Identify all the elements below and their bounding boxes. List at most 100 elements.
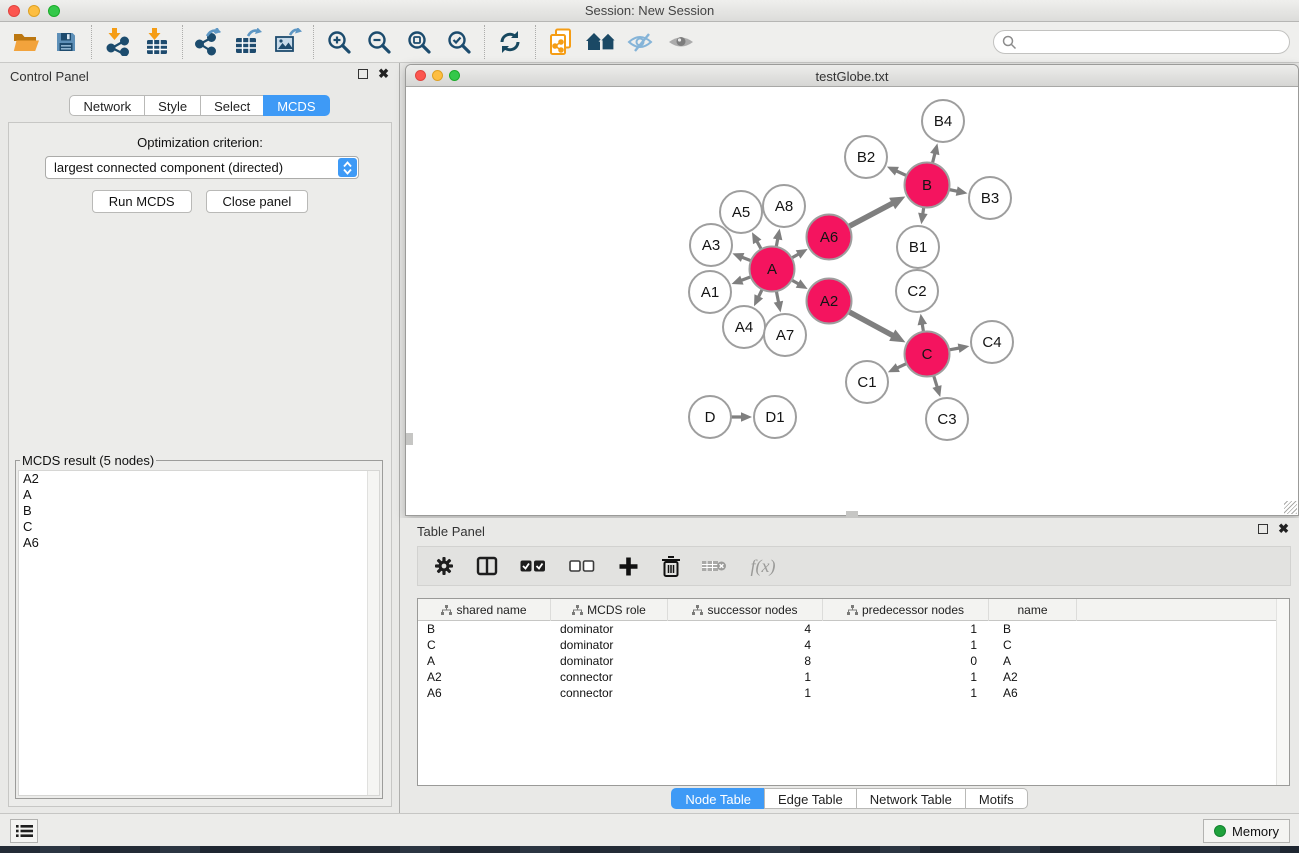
- run-mcds-button[interactable]: Run MCDS: [92, 190, 192, 213]
- add-column-button[interactable]: [614, 552, 642, 580]
- float-panel-icon[interactable]: [358, 69, 368, 79]
- edge-A-A5[interactable]: [752, 232, 761, 248]
- node-B4[interactable]: B4: [922, 100, 964, 142]
- node-D1[interactable]: D1: [754, 396, 796, 438]
- vertical-scroll-thumb[interactable]: [406, 433, 413, 445]
- zoom-selected-button[interactable]: [439, 25, 479, 59]
- node-B2[interactable]: B2: [845, 136, 887, 178]
- node-A7[interactable]: A7: [764, 314, 806, 356]
- table-row[interactable]: Cdominator41C: [418, 637, 1276, 653]
- node-A3[interactable]: A3: [690, 224, 732, 266]
- zoom-out-button[interactable]: [359, 25, 399, 59]
- tab-select[interactable]: Select: [200, 95, 264, 116]
- tab-network-table[interactable]: Network Table: [856, 788, 966, 809]
- node-A5[interactable]: A5: [720, 191, 762, 233]
- export-image-button[interactable]: [268, 25, 308, 59]
- delete-columns-button[interactable]: [657, 552, 685, 580]
- close-panel-icon[interactable]: ✖: [1278, 524, 1289, 534]
- tab-style[interactable]: Style: [144, 95, 201, 116]
- save-session-button[interactable]: [46, 25, 86, 59]
- column-header-shared-name[interactable]: shared name: [418, 599, 551, 621]
- table-scrollbar[interactable]: [1276, 599, 1289, 785]
- search-field[interactable]: [993, 30, 1290, 54]
- edge-A2-C[interactable]: [850, 312, 906, 342]
- node-A2[interactable]: A2: [807, 279, 852, 324]
- table-row[interactable]: Bdominator41B: [418, 621, 1276, 637]
- edge-C-C1[interactable]: [888, 363, 906, 372]
- zoom-in-button[interactable]: [319, 25, 359, 59]
- edge-B-B3[interactable]: [950, 186, 967, 195]
- edge-B-B2[interactable]: [887, 167, 906, 176]
- node-D[interactable]: D: [689, 396, 731, 438]
- edge-C-C3[interactable]: [932, 376, 941, 397]
- edge-B-B1[interactable]: [918, 208, 928, 224]
- memory-button[interactable]: Memory: [1203, 819, 1290, 843]
- edge-A-A2[interactable]: [792, 279, 807, 289]
- open-session-button[interactable]: [6, 25, 46, 59]
- float-panel-icon[interactable]: [1258, 524, 1268, 534]
- first-neighbors-button[interactable]: [581, 25, 621, 59]
- node-A4[interactable]: A4: [723, 306, 765, 348]
- network-canvas[interactable]: B4B2BB3A8A5A6A3B1AC2A1A2A4A7C4CC1C3DD1: [406, 87, 1298, 515]
- node-A8[interactable]: A8: [763, 185, 805, 227]
- tab-node-table[interactable]: Node Table: [671, 788, 765, 809]
- zoom-fit-button[interactable]: [399, 25, 439, 59]
- export-table-button[interactable]: [228, 25, 268, 59]
- delete-table-button[interactable]: [700, 552, 728, 580]
- edge-A6-B[interactable]: [850, 196, 906, 226]
- show-all-button[interactable]: [661, 25, 701, 59]
- edge-C-C4[interactable]: [950, 343, 969, 352]
- node-C[interactable]: C: [905, 332, 950, 377]
- refresh-view-button[interactable]: [490, 25, 530, 59]
- column-header-mcds-role[interactable]: MCDS role: [551, 599, 668, 621]
- deselect-all-button[interactable]: [565, 552, 599, 580]
- node-B1[interactable]: B1: [897, 226, 939, 268]
- mcds-result-item[interactable]: A6: [19, 535, 379, 551]
- node-A[interactable]: A: [750, 247, 795, 292]
- new-network-from-selection-button[interactable]: [541, 25, 581, 59]
- close-panel-button[interactable]: Close panel: [206, 190, 309, 213]
- import-network-button[interactable]: [97, 25, 137, 59]
- resize-grip[interactable]: [1284, 501, 1297, 514]
- tab-motifs[interactable]: Motifs: [965, 788, 1028, 809]
- node-B[interactable]: B: [905, 163, 950, 208]
- edge-A-A6[interactable]: [792, 249, 807, 259]
- table-row[interactable]: Adominator80A: [418, 653, 1276, 669]
- criterion-dropdown[interactable]: largest connected component (directed): [45, 156, 359, 179]
- network-window-titlebar[interactable]: testGlobe.txt: [406, 65, 1298, 87]
- mcds-result-item[interactable]: C: [19, 519, 379, 535]
- task-history-button[interactable]: [10, 819, 38, 843]
- edge-D-D1[interactable]: [732, 412, 752, 422]
- edge-B-B4[interactable]: [930, 143, 939, 162]
- node-B3[interactable]: B3: [969, 177, 1011, 219]
- table-row[interactable]: A6connector11A6: [418, 685, 1276, 701]
- mcds-result-item[interactable]: A2: [19, 471, 379, 487]
- tab-edge-table[interactable]: Edge Table: [764, 788, 857, 809]
- table-row[interactable]: A2connector11A2: [418, 669, 1276, 685]
- horizontal-scroll-thumb[interactable]: [846, 511, 858, 518]
- search-input[interactable]: [1017, 35, 1281, 50]
- close-panel-icon[interactable]: ✖: [378, 69, 389, 79]
- edge-A-A4[interactable]: [754, 290, 763, 306]
- tab-mcds[interactable]: MCDS: [263, 95, 329, 116]
- edge-A-A1[interactable]: [732, 276, 750, 285]
- mcds-result-item[interactable]: A: [19, 487, 379, 503]
- node-C1[interactable]: C1: [846, 361, 888, 403]
- import-table-button[interactable]: [137, 25, 177, 59]
- column-header-name[interactable]: name: [989, 599, 1077, 621]
- node-A1[interactable]: A1: [689, 271, 731, 313]
- node-C2[interactable]: C2: [896, 270, 938, 312]
- show-columns-button[interactable]: [473, 552, 501, 580]
- edge-A-A7[interactable]: [774, 292, 783, 312]
- export-network-button[interactable]: [188, 25, 228, 59]
- result-scrollbar[interactable]: [367, 471, 379, 795]
- column-header-predecessor-nodes[interactable]: predecessor nodes: [823, 599, 989, 621]
- node-C4[interactable]: C4: [971, 321, 1013, 363]
- mcds-result-item[interactable]: B: [19, 503, 379, 519]
- table-settings-button[interactable]: [430, 552, 458, 580]
- tab-network[interactable]: Network: [69, 95, 145, 116]
- node-C3[interactable]: C3: [926, 398, 968, 440]
- select-all-button[interactable]: [516, 552, 550, 580]
- edge-A-A8[interactable]: [773, 229, 782, 246]
- edge-A-A3[interactable]: [732, 253, 750, 262]
